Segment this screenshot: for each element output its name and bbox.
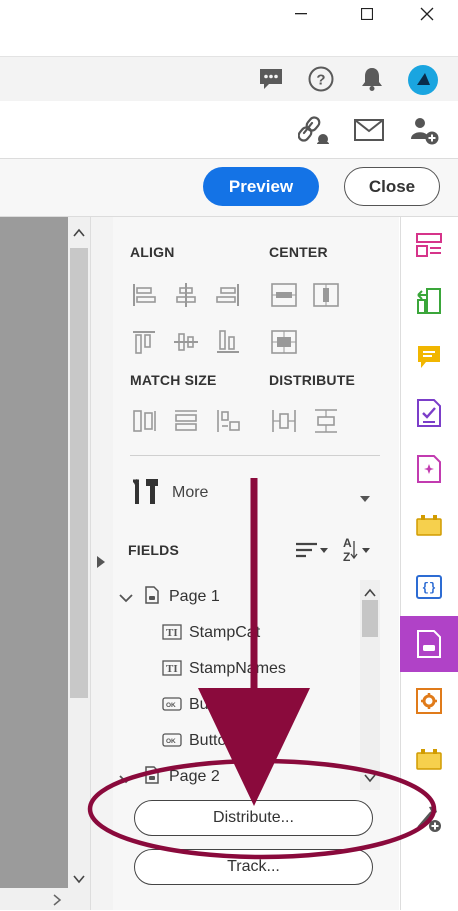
match-width-icon[interactable] [130, 407, 158, 435]
text-field-icon: TI [162, 660, 182, 681]
fill-sign-icon[interactable] [400, 385, 458, 441]
tree-scrollbar[interactable] [360, 580, 380, 790]
align-right-icon[interactable] [214, 281, 242, 309]
scroll-up-icon[interactable] [73, 225, 85, 243]
sort-order-icon[interactable] [295, 539, 329, 561]
center-both-icon[interactable] [270, 328, 298, 356]
add-user-icon[interactable] [406, 113, 442, 147]
scroll-down-icon[interactable] [364, 770, 376, 788]
more-label: More [172, 484, 209, 501]
minimize-icon[interactable] [278, 0, 324, 28]
maximize-icon[interactable] [344, 0, 390, 28]
chevron-down-icon[interactable] [119, 590, 133, 608]
page-icon [145, 766, 159, 789]
page-icon [145, 586, 159, 609]
align-heading: ALIGN [130, 244, 175, 260]
svg-text:A: A [343, 536, 352, 550]
comment-icon[interactable] [400, 329, 458, 385]
horizontal-scrollbar[interactable] [0, 888, 68, 910]
center-vertically-icon[interactable] [312, 281, 340, 309]
expand-right-icon[interactable] [96, 555, 106, 574]
match-size-heading: MATCH SIZE [130, 372, 217, 388]
scrollbar-thumb[interactable] [362, 600, 378, 637]
fields-heading: FIELDS [128, 542, 179, 558]
svg-text:?: ? [316, 72, 325, 89]
action-wizard-icon[interactable] [400, 673, 458, 729]
match-height-icon[interactable] [172, 407, 200, 435]
dropdown-caret-icon [360, 489, 370, 507]
tools-icon [130, 477, 160, 512]
chevron-down-icon[interactable] [119, 771, 133, 789]
edit-pdf-icon[interactable] [400, 441, 458, 497]
scroll-down-icon[interactable] [73, 871, 85, 889]
stamp-icon[interactable] [400, 497, 458, 553]
sort-alpha-icon[interactable]: AZ [341, 535, 375, 564]
center-heading: CENTER [269, 244, 328, 260]
distribute-horizontally-icon[interactable] [270, 407, 298, 435]
scrollbar-thumb[interactable] [70, 248, 88, 698]
prepare-form-panel: ALIGN CENTER MATCH SIZE DISTRIBUTE More … [113, 217, 399, 910]
distribute-vertically-icon[interactable] [312, 407, 340, 435]
organize-pages-icon[interactable] [400, 217, 458, 273]
tree-field-button-2[interactable]: Butto [189, 732, 226, 750]
svg-text:TI: TI [166, 663, 178, 675]
center-horizontally-icon[interactable] [270, 281, 298, 309]
close-button[interactable]: Close [344, 167, 440, 206]
svg-text:Z: Z [343, 550, 350, 563]
export-pdf-icon[interactable] [400, 273, 458, 329]
scroll-right-icon[interactable] [52, 893, 62, 911]
button-field-icon: OK [162, 696, 182, 717]
match-both-icon[interactable] [214, 407, 242, 435]
chat-icon[interactable] [256, 65, 286, 93]
preview-button[interactable]: Preview [203, 167, 319, 206]
svg-text:{}: {} [422, 581, 436, 595]
tree-page-1[interactable]: Page 1 [169, 588, 220, 606]
header-toolbar: ? [0, 56, 458, 102]
divider [130, 455, 380, 456]
email-icon[interactable] [352, 114, 386, 146]
align-top-icon[interactable] [130, 328, 158, 356]
align-bottom-icon[interactable] [214, 328, 242, 356]
javascript-icon[interactable]: {} [400, 559, 458, 615]
text-field-icon: TI [162, 624, 182, 645]
align-left-icon[interactable] [130, 281, 158, 309]
stamp-icon[interactable] [400, 731, 458, 787]
tree-field-button-1[interactable]: Butt [189, 696, 217, 714]
bell-icon[interactable] [357, 65, 387, 93]
tree-page-2[interactable]: Page 2 [169, 768, 220, 786]
align-center-horizontal-icon[interactable] [172, 281, 200, 309]
fields-tree: Page 1 TI StampCat TI StampNames OK Butt… [113, 580, 363, 790]
distribute-button[interactable]: Distribute... [134, 800, 373, 836]
document-canvas[interactable] [0, 217, 68, 910]
share-link-icon[interactable] [296, 113, 332, 147]
align-middle-icon[interactable] [172, 328, 200, 356]
button-field-icon: OK [162, 732, 182, 753]
customize-tools-icon[interactable] [400, 790, 458, 846]
profile-icon[interactable] [407, 64, 439, 96]
tree-field-stampcat[interactable]: StampCat [189, 624, 260, 642]
tree-field-stampnames[interactable]: StampNames [189, 660, 286, 678]
panel-collapse-handle[interactable] [90, 217, 114, 910]
share-toolbar [0, 101, 458, 159]
distribute-heading: DISTRIBUTE [269, 372, 355, 388]
close-icon[interactable] [404, 0, 450, 28]
prepare-form-icon[interactable] [400, 616, 458, 672]
svg-text:TI: TI [166, 627, 178, 639]
track-button[interactable]: Track... [134, 849, 373, 885]
svg-text:OK: OK [166, 738, 176, 745]
more-menu[interactable]: More [130, 475, 380, 513]
help-icon[interactable]: ? [306, 65, 336, 93]
svg-text:OK: OK [166, 702, 176, 709]
title-bar [0, 0, 458, 28]
